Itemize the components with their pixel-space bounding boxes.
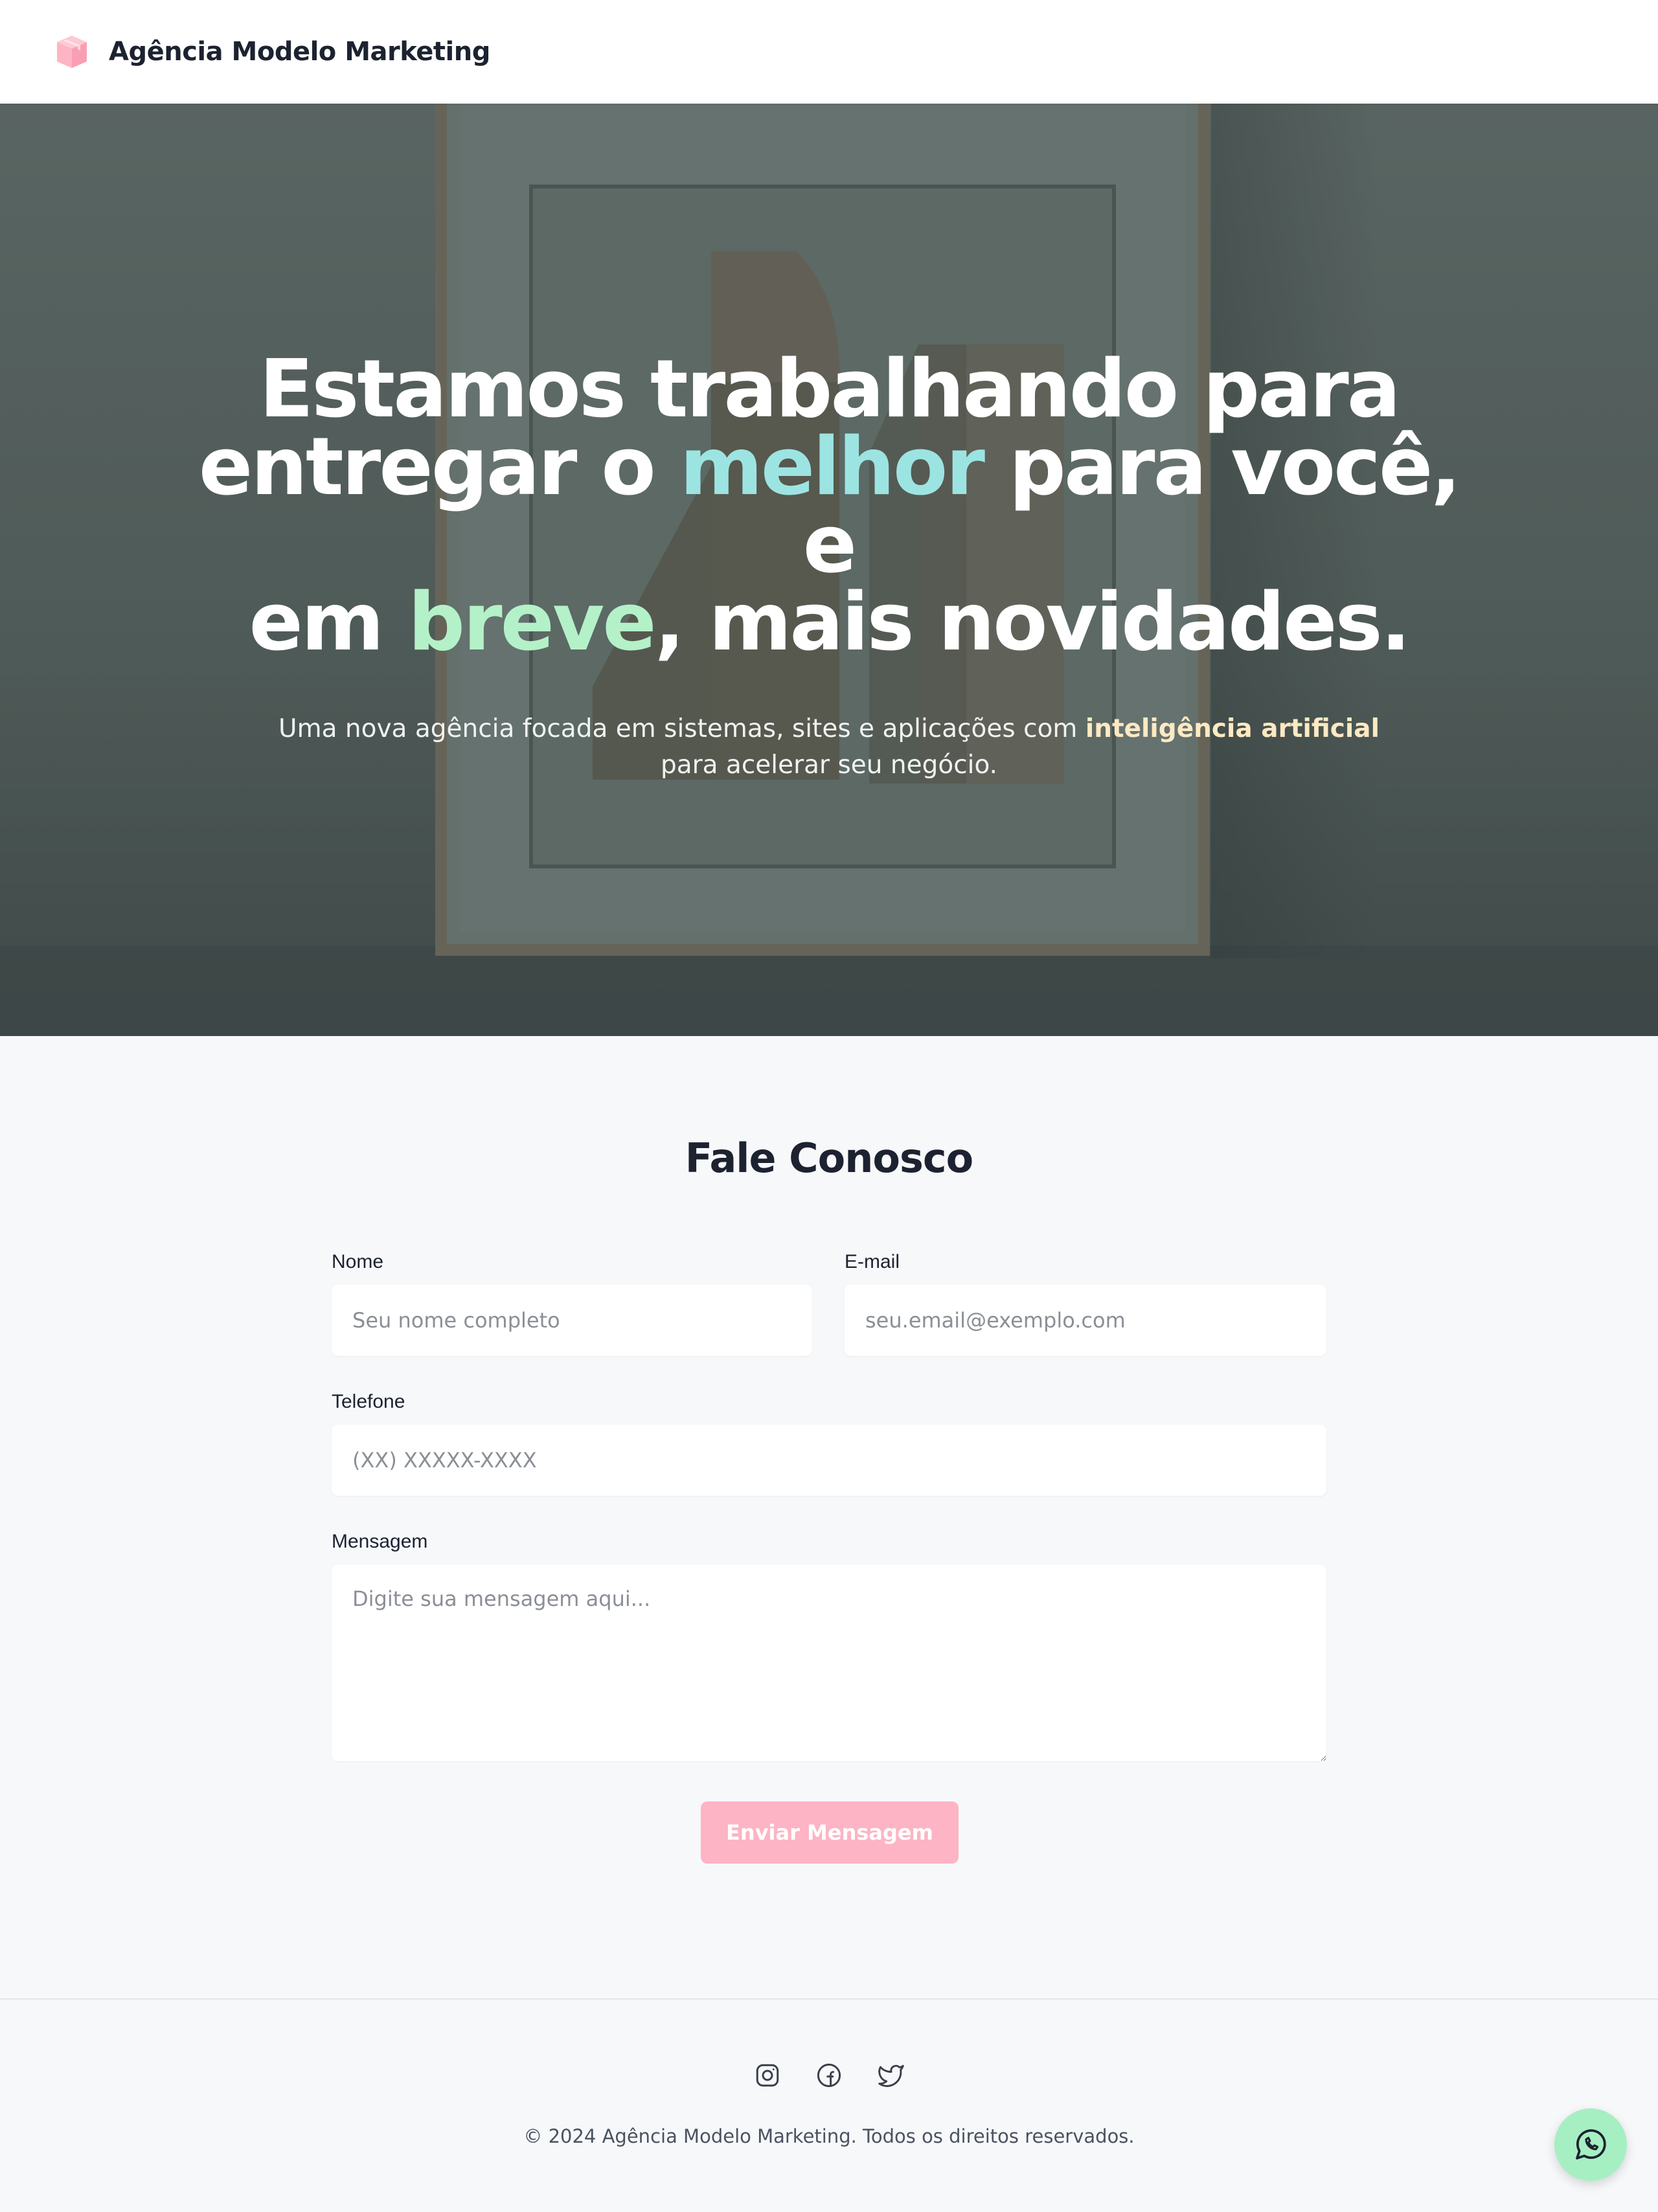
email-label: E-mail <box>845 1251 900 1272</box>
message-textarea[interactable] <box>332 1564 1326 1761</box>
brand-name[interactable]: Agência Modelo Marketing <box>109 37 490 67</box>
hero-title-text: em <box>249 576 408 669</box>
hero-subtitle-highlight: inteligência artificial <box>1085 714 1380 743</box>
hero-title-highlight-breve: breve <box>407 576 657 669</box>
whatsapp-icon <box>1576 2129 1606 2160</box>
instagram-icon <box>756 2064 779 2087</box>
hero-title: Estamos trabalhando para entregar o melh… <box>181 350 1477 662</box>
hero-section: Estamos trabalhando para entregar o melh… <box>0 104 1658 1036</box>
contact-title: Fale Conosco <box>685 1134 974 1182</box>
facebook-link[interactable] <box>813 2059 845 2092</box>
hero-subtitle: Uma nova agência focada em sistemas, sit… <box>278 711 1380 784</box>
footer-divider <box>0 1998 1658 2000</box>
email-input[interactable] <box>845 1285 1326 1356</box>
submit-button[interactable]: Enviar Mensagem <box>701 1801 959 1864</box>
hero-subtitle-text: Uma nova agência focada em sistemas, sit… <box>278 714 1085 743</box>
phone-input[interactable] <box>332 1425 1326 1496</box>
hero-title-text: , mais novidades. <box>654 576 1411 669</box>
hero-subtitle-text: para acelerar seu negócio. <box>660 751 998 780</box>
phone-label: Telefone <box>332 1391 405 1412</box>
name-label: Nome <box>332 1251 384 1272</box>
copyright-text: © 2024 Agência Modelo Marketing. Todos o… <box>523 2125 1135 2147</box>
site-header: Agência Modelo Marketing <box>0 0 1658 104</box>
name-input[interactable] <box>332 1285 812 1356</box>
message-label: Mensagem <box>332 1531 428 1552</box>
hero-title-text: entregar o <box>198 421 680 514</box>
whatsapp-button[interactable] <box>1554 2108 1627 2181</box>
cube-icon[interactable] <box>53 33 91 71</box>
twitter-link[interactable] <box>875 2059 907 2092</box>
instagram-link[interactable] <box>751 2059 784 2092</box>
twitter-icon <box>878 2064 904 2087</box>
facebook-icon <box>817 2063 841 2088</box>
